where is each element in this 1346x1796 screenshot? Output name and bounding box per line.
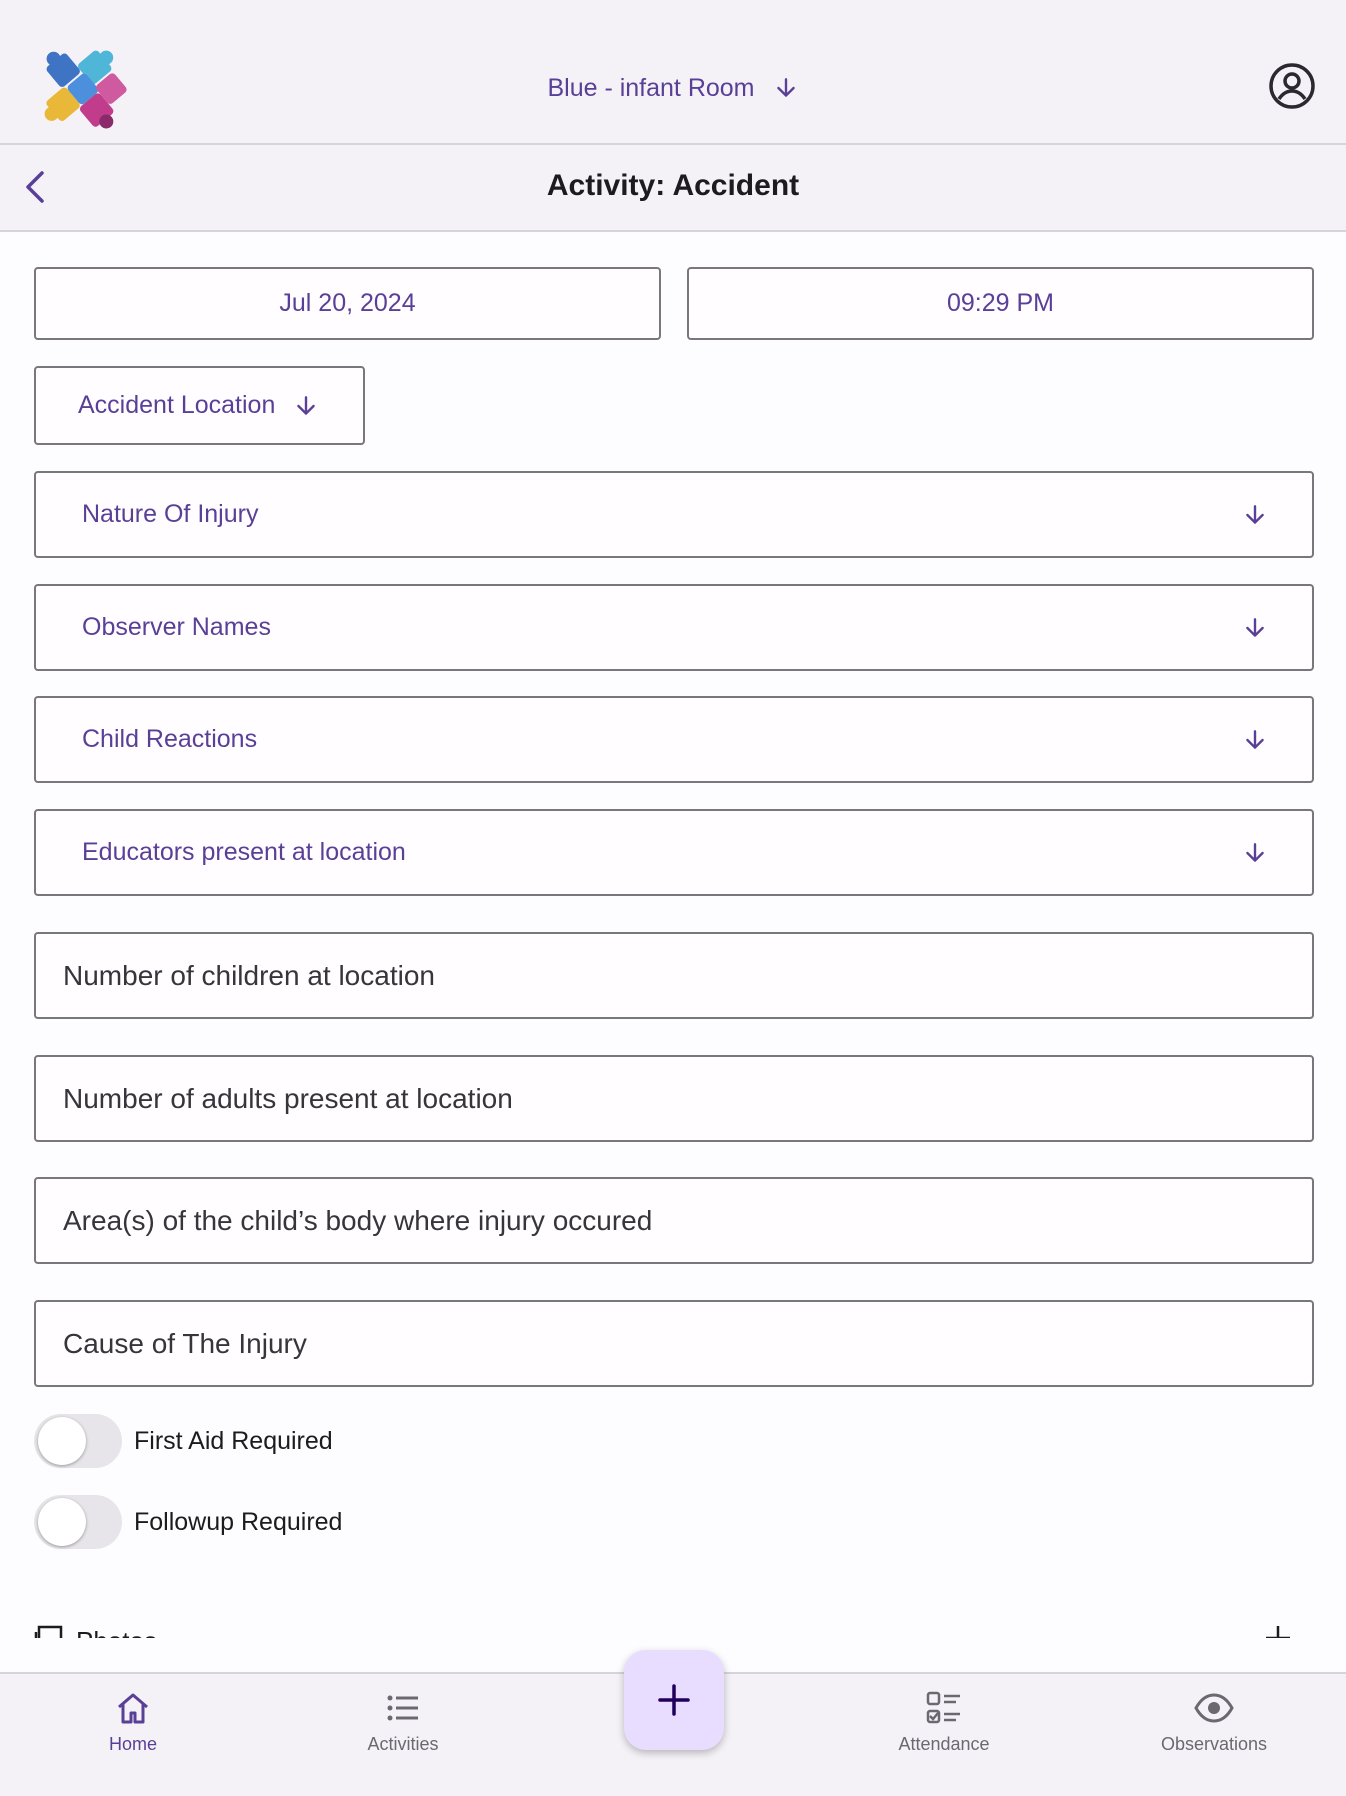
child-reactions-dropdown[interactable]: Child Reactions <box>34 696 1314 783</box>
photo-library-icon <box>34 1625 63 1638</box>
first-aid-switch[interactable] <box>34 1414 122 1468</box>
accident-location-label: Accident Location <box>78 391 276 419</box>
injury-cause-input[interactable]: Cause of The Injury <box>34 1300 1314 1387</box>
educators-present-dropdown[interactable]: Educators present at location <box>34 809 1314 896</box>
injury-body-area-input[interactable]: Area(s) of the child’s body where injury… <box>34 1177 1314 1264</box>
plus-icon <box>658 1684 690 1716</box>
nav-label: Activities <box>367 1734 439 1754</box>
adults-count-input[interactable]: Number of adults present at location <box>34 1055 1314 1142</box>
input-placeholder: Number of children at location <box>63 959 435 991</box>
date-picker-button[interactable]: Jul 20, 2024 <box>34 267 661 340</box>
arrow-down-icon <box>1246 842 1264 862</box>
photos-section-header: Photos <box>34 1616 1312 1638</box>
input-placeholder: Cause of The Injury <box>63 1327 307 1359</box>
switch-knob <box>38 1498 86 1546</box>
time-picker-button[interactable]: 09:29 PM <box>687 267 1314 340</box>
checklist-icon <box>926 1691 960 1724</box>
add-fab-button[interactable] <box>624 1650 724 1750</box>
dropdown-label: Observer Names <box>82 613 271 641</box>
observer-names-dropdown[interactable]: Observer Names <box>34 584 1314 671</box>
room-selector[interactable]: Blue - infant Room <box>0 68 1346 108</box>
room-label: Blue - infant Room <box>547 73 755 102</box>
nav-label: Attendance <box>898 1734 990 1754</box>
eye-icon <box>1194 1693 1234 1723</box>
arrow-down-icon <box>297 395 316 415</box>
nav-observations[interactable]: Observations <box>1124 1688 1304 1755</box>
dropdown-label: Nature Of Injury <box>82 500 259 528</box>
app-root: Blue - infant Room Activity: Accident Ju… <box>0 0 1346 1796</box>
arrow-down-icon <box>1246 504 1264 524</box>
arrow-down-icon <box>1246 617 1264 637</box>
accident-location-dropdown[interactable]: Accident Location <box>34 366 365 445</box>
nav-label: Home <box>108 1734 157 1754</box>
followup-switch[interactable] <box>34 1495 122 1549</box>
list-icon <box>387 1695 418 1721</box>
arrow-down-icon <box>776 78 795 97</box>
nav-label: Observations <box>1160 1734 1268 1754</box>
home-icon <box>118 1693 148 1724</box>
photos-label: Photos <box>76 1626 157 1638</box>
nature-of-injury-dropdown[interactable]: Nature Of Injury <box>34 471 1314 558</box>
first-aid-toggle-row: First Aid Required <box>34 1413 333 1469</box>
children-count-input[interactable]: Number of children at location <box>34 932 1314 1019</box>
nav-attendance[interactable]: Attendance <box>854 1688 1034 1755</box>
dropdown-label: Educators present at location <box>82 838 406 866</box>
arrow-down-icon <box>1246 729 1264 749</box>
top-app-bar: Blue - infant Room <box>0 0 1346 145</box>
input-placeholder: Area(s) of the child’s body where injury… <box>63 1204 653 1236</box>
followup-label: Followup Required <box>134 1507 343 1536</box>
add-photo-icon[interactable] <box>1264 1624 1292 1638</box>
page-title: Activity: Accident <box>546 169 800 202</box>
dropdown-label: Child Reactions <box>82 725 258 753</box>
title-bar: Activity: Accident <box>0 145 1346 232</box>
account-circle-icon[interactable] <box>1268 62 1316 110</box>
input-placeholder: Number of adults present at location <box>63 1082 513 1114</box>
followup-toggle-row: Followup Required <box>34 1494 342 1550</box>
first-aid-label: First Aid Required <box>134 1426 333 1455</box>
switch-knob <box>38 1417 86 1465</box>
nav-home[interactable]: Home <box>43 1688 223 1755</box>
nav-activities[interactable]: Activities <box>313 1688 493 1755</box>
